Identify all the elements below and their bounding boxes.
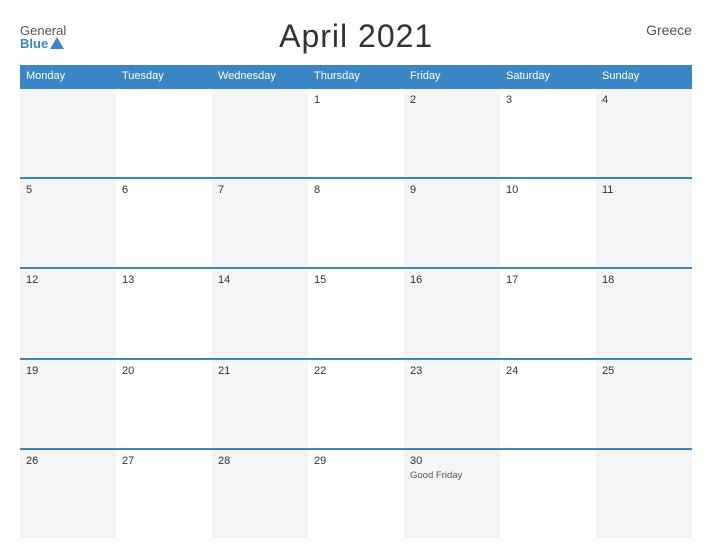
day-cell: 7 xyxy=(212,179,308,267)
col-header-friday: Friday xyxy=(404,65,500,87)
col-header-monday: Monday xyxy=(20,65,116,87)
day-cell-good-friday: 30 Good Friday xyxy=(404,450,500,538)
calendar-body: 1 2 3 4 5 6 7 8 9 10 11 12 13 14 15 xyxy=(20,87,692,538)
day-cell: 20 xyxy=(116,360,212,448)
day-cell: 22 xyxy=(308,360,404,448)
day-cell: 5 xyxy=(20,179,116,267)
col-header-tuesday: Tuesday xyxy=(116,65,212,87)
calendar-page: General Blue April 2021 Greece Monday Tu… xyxy=(0,0,712,550)
day-cell: 26 xyxy=(20,450,116,538)
day-cell xyxy=(212,89,308,177)
col-header-sunday: Sunday xyxy=(596,65,692,87)
day-cell: 13 xyxy=(116,269,212,357)
day-cell: 10 xyxy=(500,179,596,267)
day-cell: 24 xyxy=(500,360,596,448)
country-label: Greece xyxy=(646,22,692,38)
week-row: 26 27 28 29 30 Good Friday xyxy=(20,448,692,538)
day-cell: 28 xyxy=(212,450,308,538)
day-cell: 9 xyxy=(404,179,500,267)
day-cell: 11 xyxy=(596,179,692,267)
calendar: Monday Tuesday Wednesday Thursday Friday… xyxy=(20,65,692,538)
col-header-wednesday: Wednesday xyxy=(212,65,308,87)
day-cell xyxy=(116,89,212,177)
day-cell: 25 xyxy=(596,360,692,448)
day-cell: 1 xyxy=(308,89,404,177)
day-cell xyxy=(500,450,596,538)
day-cell: 19 xyxy=(20,360,116,448)
day-cell: 14 xyxy=(212,269,308,357)
day-cell: 23 xyxy=(404,360,500,448)
day-cell: 17 xyxy=(500,269,596,357)
day-cell: 12 xyxy=(20,269,116,357)
day-cell: 16 xyxy=(404,269,500,357)
event-label: Good Friday xyxy=(410,470,462,481)
day-cell: 15 xyxy=(308,269,404,357)
logo-general-text: General xyxy=(20,24,66,37)
week-row: 5 6 7 8 9 10 11 xyxy=(20,177,692,267)
day-cell xyxy=(596,450,692,538)
day-cell: 2 xyxy=(404,89,500,177)
day-cell: 4 xyxy=(596,89,692,177)
day-cell: 18 xyxy=(596,269,692,357)
day-cell: 8 xyxy=(308,179,404,267)
day-cell: 27 xyxy=(116,450,212,538)
logo: General Blue xyxy=(20,24,66,50)
week-row: 19 20 21 22 23 24 25 xyxy=(20,358,692,448)
week-row: 12 13 14 15 16 17 18 xyxy=(20,267,692,357)
day-cell: 29 xyxy=(308,450,404,538)
day-cell: 6 xyxy=(116,179,212,267)
logo-triangle-icon xyxy=(50,37,64,49)
day-cell: 3 xyxy=(500,89,596,177)
logo-blue-text: Blue xyxy=(20,37,64,50)
day-cell: 21 xyxy=(212,360,308,448)
col-header-thursday: Thursday xyxy=(308,65,404,87)
col-header-saturday: Saturday xyxy=(500,65,596,87)
day-cell xyxy=(20,89,116,177)
page-header: General Blue April 2021 Greece xyxy=(20,18,692,55)
week-row: 1 2 3 4 xyxy=(20,87,692,177)
month-title: April 2021 xyxy=(279,18,433,55)
calendar-header: Monday Tuesday Wednesday Thursday Friday… xyxy=(20,65,692,87)
